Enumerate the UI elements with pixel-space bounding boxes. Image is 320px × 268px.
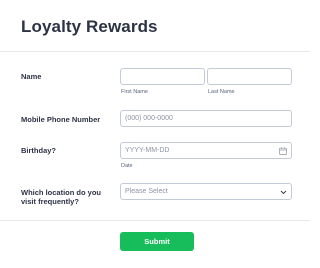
birthday-placeholder: YYYY-MM-DD [125, 147, 170, 154]
submit-button[interactable]: Submit [120, 232, 194, 251]
first-name-input[interactable] [120, 68, 205, 85]
footer-divider [0, 220, 310, 221]
phone-placeholder: (000) 000-0000 [125, 115, 173, 122]
last-name-sublabel: Last Name [208, 89, 235, 95]
form-header: Loyalty Rewards [0, 0, 310, 52]
birthday-label: Birthday? [21, 146, 57, 155]
chevron-down-icon [280, 190, 287, 195]
location-select[interactable]: Please Select [120, 183, 292, 200]
birthday-input[interactable]: YYYY-MM-DD [120, 142, 292, 159]
location-selected-value: Please Select [125, 188, 168, 195]
birthday-sublabel: Date [121, 163, 133, 169]
location-label: Which location do you visit frequently? [21, 188, 101, 206]
calendar-icon[interactable] [279, 147, 287, 155]
phone-input[interactable]: (000) 000-0000 [120, 110, 292, 127]
last-name-input[interactable] [207, 68, 292, 85]
form-title: Loyalty Rewards [21, 17, 158, 36]
name-label: Name [21, 72, 42, 81]
first-name-sublabel: First Name [121, 89, 148, 95]
phone-label: Mobile Phone Number [21, 115, 101, 124]
